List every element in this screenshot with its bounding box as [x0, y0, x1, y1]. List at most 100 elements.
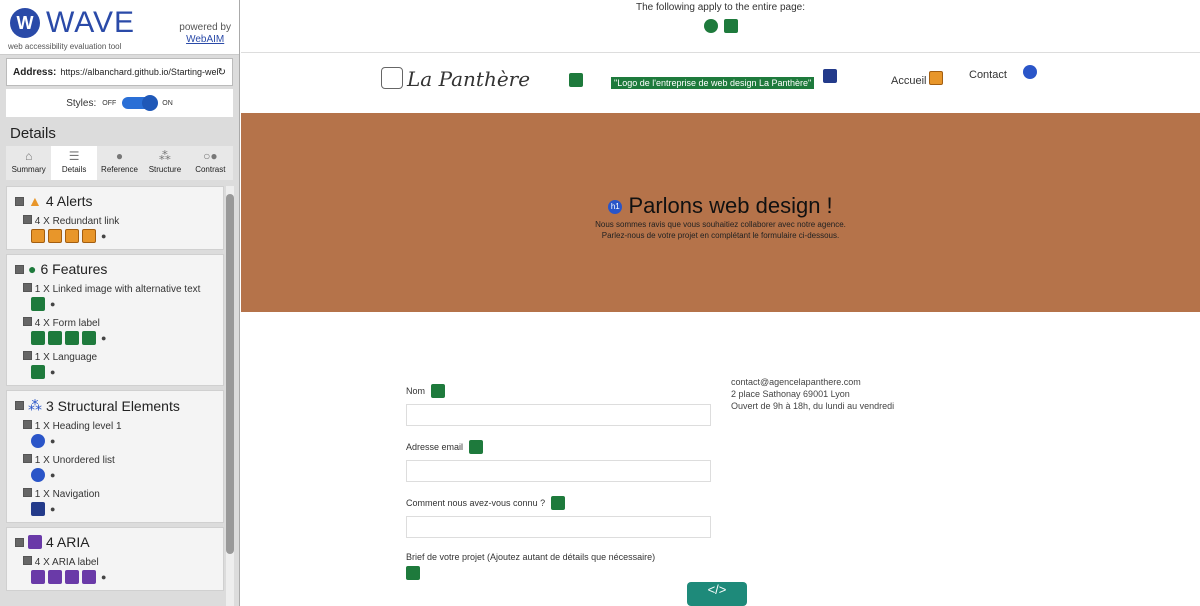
info-icon[interactable]: ●	[50, 504, 55, 514]
unordered-list-icon[interactable]	[1023, 65, 1037, 79]
info-icon[interactable]: ●	[101, 572, 106, 582]
checkbox[interactable]	[23, 283, 32, 292]
contact-hours: Ouvert de 9h à 18h, du lundi au vendredi	[731, 401, 895, 411]
alert-icon: ▲	[28, 193, 42, 209]
aria-label-icon[interactable]	[31, 570, 45, 584]
info-icon[interactable]: ●	[101, 333, 106, 343]
heading-icon[interactable]	[31, 434, 45, 448]
linked-image-icon[interactable]	[31, 297, 45, 311]
checkbox[interactable]	[15, 537, 24, 547]
navigation-icon[interactable]	[31, 502, 45, 516]
unordered-list-icon[interactable]	[31, 468, 45, 482]
redundant-link-icon[interactable]	[65, 229, 79, 243]
page-title-icon[interactable]	[723, 19, 738, 33]
checkbox[interactable]	[23, 317, 32, 326]
wave-logo-icon: W	[10, 8, 40, 38]
nav-accueil[interactable]: Accueil	[891, 75, 926, 87]
list-item[interactable]: 4 X ARIA label	[23, 556, 215, 568]
aria-label-icon[interactable]	[48, 570, 62, 584]
code-toggle-button[interactable]: </>	[687, 582, 747, 606]
address-bar[interactable]: Address: https://albanchard.github.io/St…	[6, 58, 233, 86]
info-icon[interactable]: ●	[50, 299, 55, 309]
heading-icon[interactable]: h1	[608, 200, 623, 215]
tab-reference[interactable]: ● Reference	[97, 146, 142, 180]
item-label: 1 X Heading level 1	[34, 421, 122, 432]
contact-email[interactable]: contact@agencelapanthere.com	[731, 376, 894, 388]
form-label-icon[interactable]	[31, 331, 45, 345]
alt-text-label: "Logo de l'entreprise de web design La P…	[611, 77, 815, 89]
info-icon[interactable]: ●	[50, 436, 55, 446]
wave-logo-subtitle: web accessibility evaluation tool	[8, 42, 122, 51]
checkbox[interactable]	[23, 454, 32, 463]
form-label-icon[interactable]	[82, 331, 96, 345]
info-icon[interactable]: ●	[50, 367, 55, 377]
form-label-text: Adresse email	[406, 442, 464, 452]
tab-structure[interactable]: ⁂ Structure	[142, 146, 187, 180]
structure-group: ⁂ 3 Structural Elements 1 X Heading level…	[6, 390, 224, 523]
hero-title: h1 Parlons web design !	[241, 193, 1200, 219]
checkbox[interactable]	[15, 264, 24, 274]
brand-name[interactable]: La Panthère	[407, 67, 530, 91]
source-field[interactable]	[406, 516, 711, 538]
form-label-icon[interactable]	[48, 331, 62, 345]
aria-label-icon[interactable]	[65, 570, 79, 584]
wave-logo-bar: W WAVE web accessibility evaluation tool…	[0, 0, 239, 55]
list-item[interactable]: 1 X Language	[23, 351, 215, 363]
aria-label-icon[interactable]	[823, 69, 837, 83]
redundant-link-icon[interactable]	[82, 229, 96, 243]
tab-summary[interactable]: ⌂ Summary	[6, 146, 51, 180]
checkbox[interactable]	[23, 215, 32, 224]
styles-toggle[interactable]	[122, 95, 159, 111]
list-item[interactable]: 1 X Linked image with alternative text	[23, 283, 215, 295]
group-title[interactable]: ▲ 4 Alerts	[15, 193, 215, 209]
list-item[interactable]: 4 X Redundant link	[23, 215, 215, 227]
checkbox[interactable]	[23, 351, 32, 360]
form-label-text: Nom	[406, 386, 426, 396]
form-label-icon[interactable]	[65, 331, 79, 345]
list-item[interactable]: 1 X Heading level 1	[23, 420, 215, 432]
name-field[interactable]	[406, 404, 711, 426]
hero-banner: h1 Parlons web design ! Nous sommes ravi…	[241, 113, 1200, 312]
refresh-icon[interactable]: ↻	[218, 67, 226, 78]
page-preview: The following apply to the entire page: …	[241, 0, 1200, 606]
info-icon[interactable]: ●	[50, 470, 55, 480]
form-label-icon[interactable]	[469, 440, 484, 454]
tab-contrast[interactable]: ○● Contrast	[188, 146, 233, 180]
list-item[interactable]: 4 X Form label	[23, 317, 215, 329]
linked-image-icon[interactable]	[569, 73, 583, 87]
checkbox[interactable]	[23, 556, 32, 565]
form-label-icon[interactable]	[431, 384, 446, 398]
checkbox[interactable]	[23, 420, 32, 429]
hero-title-text: Parlons web design !	[628, 193, 833, 218]
form-label-icon[interactable]	[551, 496, 566, 510]
redundant-link-icon[interactable]	[31, 229, 45, 243]
contrast-icon: ○●	[203, 149, 218, 163]
hero-line-2: Parlez-nous de votre projet en complétan…	[601, 231, 840, 240]
nav-contact[interactable]: Contact	[969, 69, 1007, 81]
group-title[interactable]: 4 ARIA	[15, 534, 215, 550]
scrollbar-thumb[interactable]	[226, 194, 234, 554]
panther-logo-icon[interactable]	[381, 67, 403, 89]
webaim-link[interactable]: WebAIM	[179, 34, 231, 46]
language-icon[interactable]	[31, 365, 45, 379]
info-icon: ●	[115, 149, 124, 163]
group-title[interactable]: ⁂ 3 Structural Elements	[15, 397, 215, 414]
email-field[interactable]	[406, 460, 711, 482]
checkbox[interactable]	[23, 488, 32, 497]
scrollbar[interactable]	[226, 186, 234, 606]
form-label-icon[interactable]	[406, 566, 420, 580]
group-title[interactable]: ● 6 Features	[15, 261, 215, 277]
address-input[interactable]: https://albanchard.github.io/Starting-we…	[60, 67, 217, 77]
tab-details[interactable]: ☰ Details	[51, 146, 97, 180]
list-item[interactable]: 1 X Unordered list	[23, 454, 215, 466]
address-label: Address:	[13, 66, 57, 78]
redundant-link-icon[interactable]	[48, 229, 62, 243]
checkbox[interactable]	[15, 401, 24, 410]
list-item[interactable]: 1 X Navigation	[23, 488, 215, 500]
redundant-link-icon[interactable]	[929, 71, 943, 85]
language-icon[interactable]	[703, 19, 718, 33]
checkbox[interactable]	[15, 196, 24, 206]
aria-icon	[28, 535, 42, 549]
aria-label-icon[interactable]	[82, 570, 96, 584]
info-icon[interactable]: ●	[101, 231, 106, 241]
